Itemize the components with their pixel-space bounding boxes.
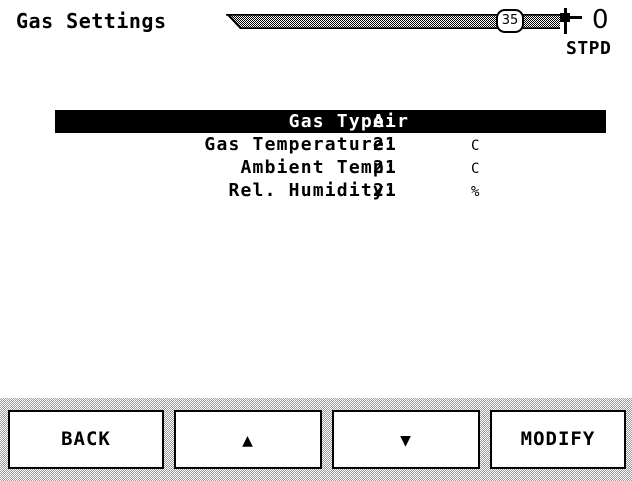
setting-value: Air xyxy=(373,111,410,132)
up-arrow-button[interactable]: ▲ xyxy=(174,410,322,469)
battery-plug-icon xyxy=(560,8,582,34)
modify-button[interactable]: MODIFY xyxy=(490,410,626,469)
setting-label: Rel. Humidity: xyxy=(228,180,397,201)
setting-unit: % xyxy=(471,184,480,200)
settings-list: Gas Type: Air Gas Temperature: 21 C Ambi… xyxy=(55,110,606,202)
flow-readout: 0 xyxy=(592,5,609,35)
gas-settings-screen: Gas Settings 35 0 STPD Gas Type: Air Gas xyxy=(0,0,632,481)
setting-label: Gas Temperature: xyxy=(204,134,397,155)
setting-value: 21 xyxy=(373,157,398,178)
down-arrow-icon: ▼ xyxy=(400,433,412,449)
unit-mode-label: STPD xyxy=(566,38,612,59)
setting-unit: C xyxy=(471,161,480,177)
softkey-bar: BACK ▲ ▼ MODIFY xyxy=(0,398,632,481)
up-arrow-icon: ▲ xyxy=(242,433,254,449)
pressure-gauge-badge: 35 xyxy=(496,9,524,33)
setting-unit: C xyxy=(471,138,480,154)
back-button[interactable]: BACK xyxy=(8,410,164,469)
setting-value: 21 xyxy=(373,180,398,201)
down-arrow-button[interactable]: ▼ xyxy=(332,410,480,469)
page-title: Gas Settings xyxy=(16,9,167,33)
setting-row-gas-temperature[interactable]: Gas Temperature: 21 C xyxy=(55,133,606,156)
setting-row-gas-type[interactable]: Gas Type: Air xyxy=(55,110,606,133)
setting-row-rel-humidity[interactable]: Rel. Humidity: 21 % xyxy=(55,179,606,202)
setting-row-ambient-temp[interactable]: Ambient Temp: 21 C xyxy=(55,156,606,179)
setting-value: 21 xyxy=(373,134,398,155)
